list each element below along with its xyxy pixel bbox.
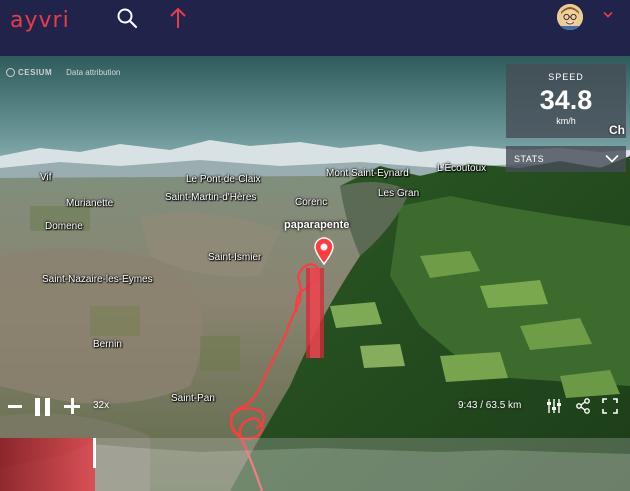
zoom-in-icon[interactable] (64, 398, 80, 414)
cesium-logo[interactable]: CESIUM (6, 68, 52, 77)
speed-label: SPEED (548, 72, 584, 82)
user-avatar[interactable] (557, 4, 583, 30)
place-label: Le Pont-de-Claix (186, 174, 261, 185)
ayvri-app: ayvri CESIUM Data attribution Vif Murian… (0, 0, 630, 491)
place-label: Saint-Martin-d'Hères (165, 192, 257, 203)
map-attribution: CESIUM Data attribution (6, 68, 120, 77)
playback-progress-fill (0, 438, 95, 491)
place-label: Saint-Pan (171, 393, 215, 404)
edge-place-label: Ch (609, 123, 625, 137)
share-icon[interactable] (575, 398, 591, 414)
place-label: Domene (45, 221, 83, 232)
zoom-out-icon[interactable] (8, 405, 22, 408)
data-attribution-link[interactable]: Data attribution (66, 68, 120, 77)
stats-label: STATS (514, 154, 545, 164)
stats-toggle[interactable]: STATS (506, 146, 626, 172)
pilot-marker-icon[interactable] (313, 237, 335, 265)
speed-panel: SPEED 34.8 km/h (506, 64, 626, 138)
place-label: Corenc (295, 197, 328, 208)
place-label: Murianette (66, 198, 114, 209)
pilot-label[interactable]: paparapente (284, 219, 349, 231)
cesium-icon (6, 68, 15, 77)
upload-arrow-icon[interactable] (168, 6, 188, 30)
place-label: Mont Saint-Eynard (326, 168, 409, 179)
ayvri-logo[interactable]: ayvri (10, 8, 70, 33)
playback-speed[interactable]: 32x (93, 400, 109, 411)
search-icon[interactable] (116, 7, 138, 29)
place-label: Bernin (93, 339, 122, 350)
speed-value: 34.8 (539, 85, 593, 115)
place-label: L'Écoutoux (437, 163, 487, 174)
chevron-down-icon (605, 154, 619, 163)
cesium-brand: CESIUM (18, 68, 53, 77)
top-navbar: ayvri (0, 0, 630, 56)
chevron-down-icon[interactable] (603, 11, 613, 19)
place-label: Vif (40, 172, 52, 183)
place-label: Saint-Ismier (208, 252, 262, 263)
map-3d-viewport[interactable]: CESIUM Data attribution Vif Murianette D… (0, 56, 630, 491)
fullscreen-icon[interactable] (602, 398, 618, 414)
place-label: Les Gran (378, 188, 420, 199)
speed-unit: km/h (556, 116, 576, 126)
playback-progress-text: 9:43 / 63.5 km (458, 400, 522, 411)
pause-icon[interactable] (35, 398, 50, 416)
playback-timeline[interactable] (0, 438, 630, 491)
playback-scrubber-handle[interactable] (93, 438, 96, 468)
place-label: Saint-Nazaire-les-Eymes (42, 274, 153, 285)
avatar-face-icon (557, 4, 583, 30)
settings-sliders-icon[interactable] (546, 398, 562, 414)
